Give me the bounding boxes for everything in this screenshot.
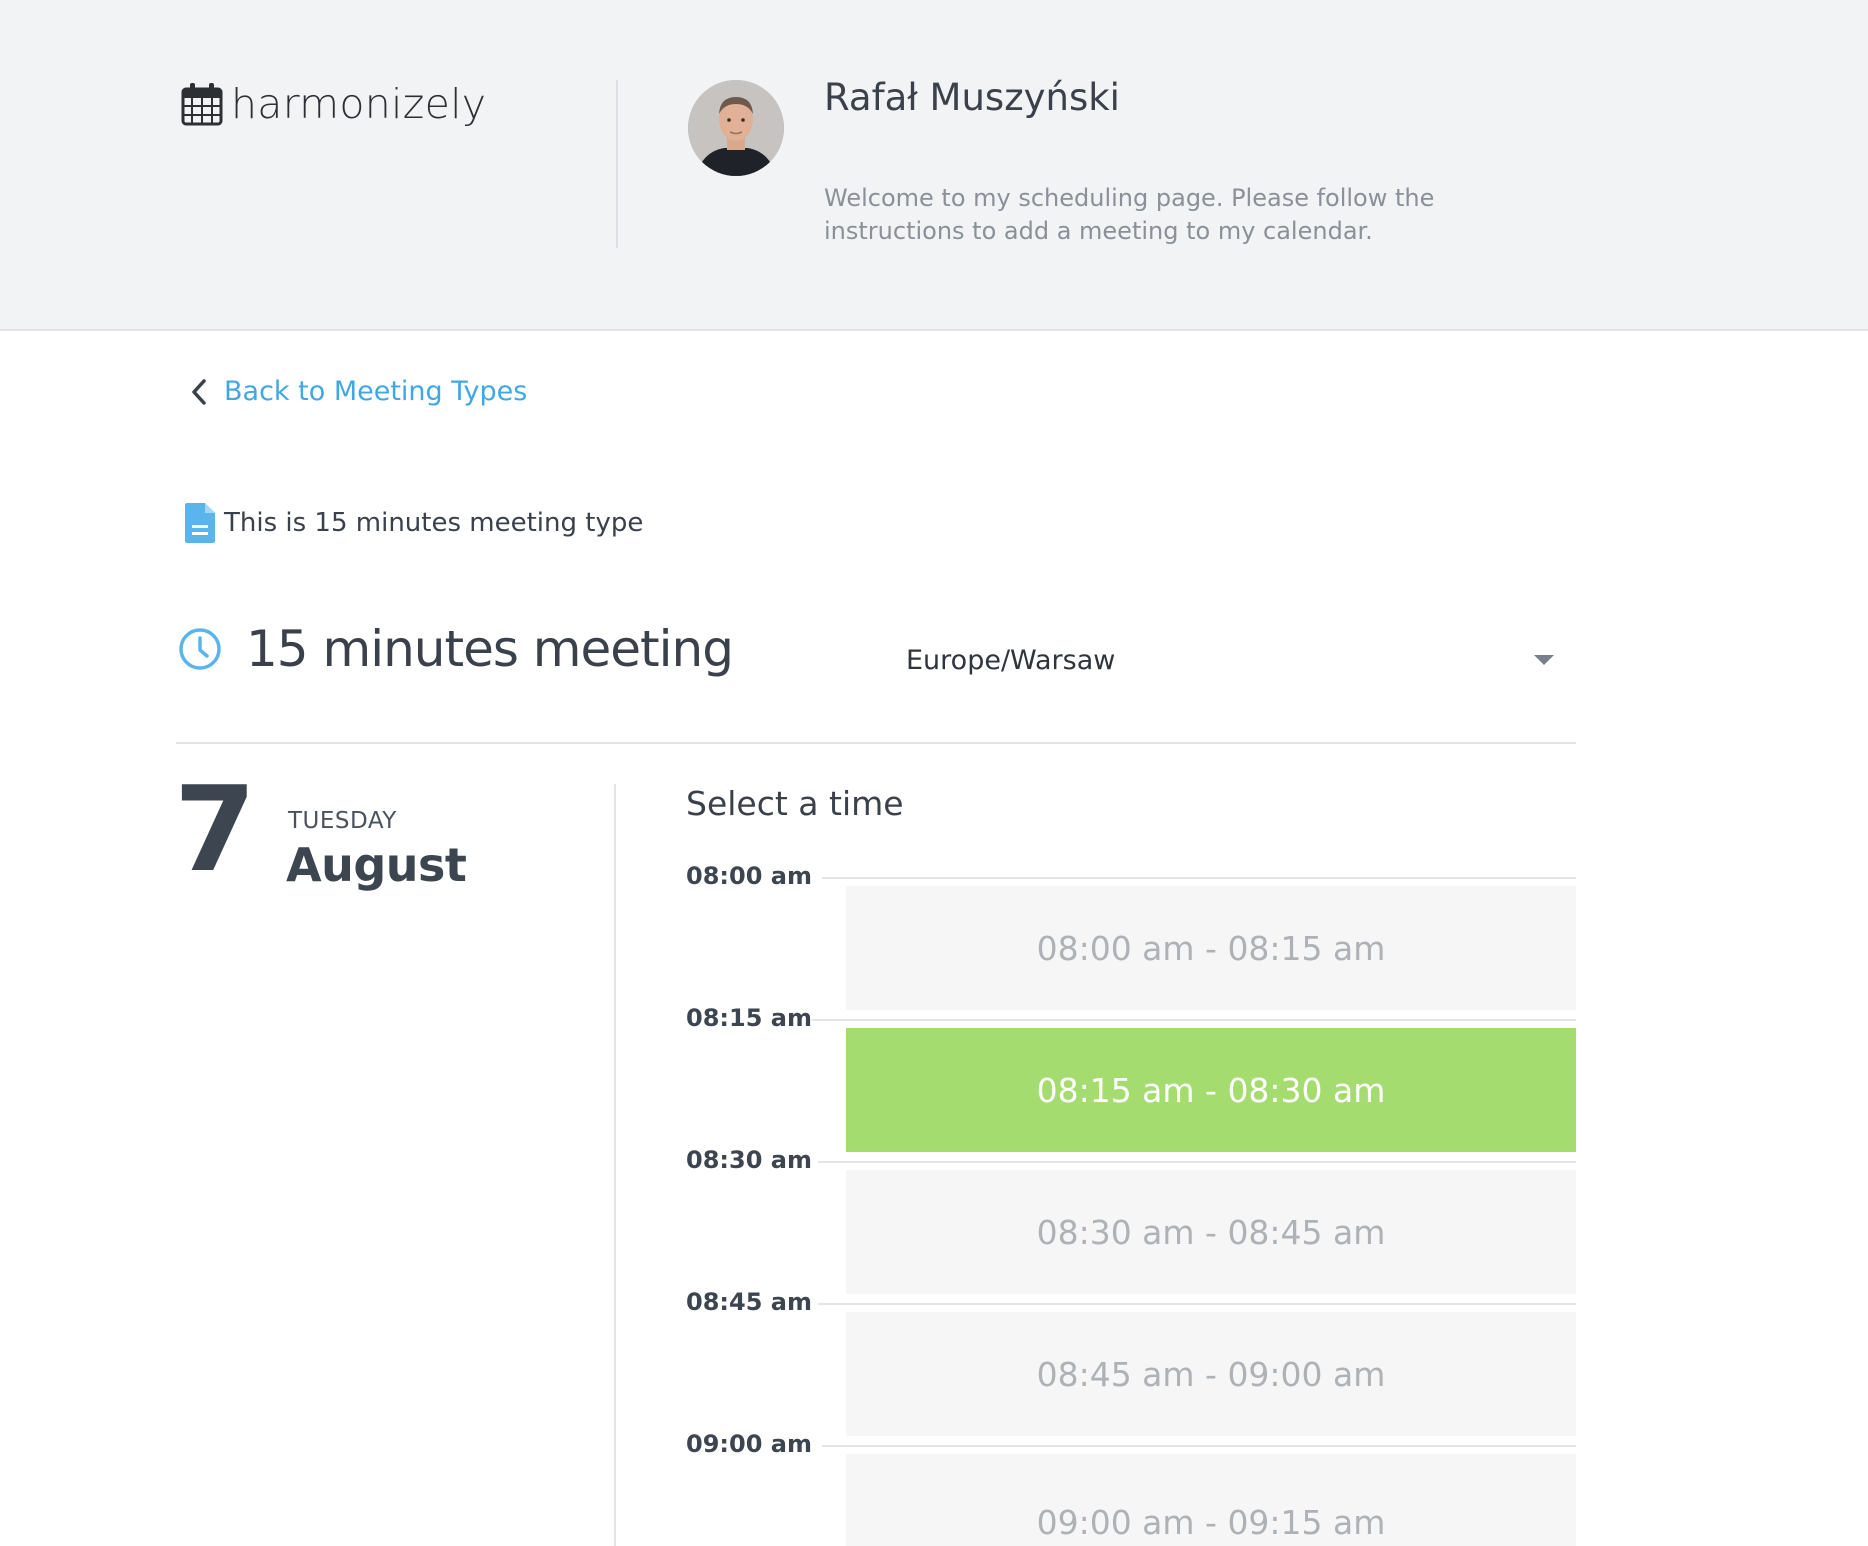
calendar-icon xyxy=(181,83,223,126)
date-month: August xyxy=(286,838,467,892)
time-gridline xyxy=(822,1445,1576,1447)
caret-down-icon xyxy=(1534,655,1554,665)
document-icon xyxy=(185,503,215,543)
logo[interactable]: harmonizely xyxy=(181,80,486,128)
time-slot[interactable]: 08:45 am - 09:00 am xyxy=(846,1312,1576,1436)
host-name: Rafał Muszyński xyxy=(824,76,1120,119)
section-divider xyxy=(176,742,1576,744)
avatar-photo xyxy=(688,80,784,176)
time-slot[interactable]: 08:00 am - 08:15 am xyxy=(846,886,1576,1010)
column-divider xyxy=(614,784,616,1546)
date-weekday: TUESDAY xyxy=(288,808,397,834)
meeting-title: 15 minutes meeting xyxy=(246,620,734,678)
time-gridline xyxy=(812,1019,1576,1021)
time-label: 08:15 am xyxy=(686,1004,812,1032)
header-divider xyxy=(616,80,618,248)
back-link-label: Back to Meeting Types xyxy=(224,376,528,407)
timezone-select[interactable]: Europe/Warsaw xyxy=(906,632,1566,688)
time-slot[interactable]: 08:30 am - 08:45 am xyxy=(846,1170,1576,1294)
timezone-value: Europe/Warsaw xyxy=(906,644,1116,676)
time-gridline xyxy=(818,1161,1576,1163)
description-text: This is 15 minutes meeting type xyxy=(224,508,644,538)
time-label: 08:30 am xyxy=(686,1146,812,1174)
avatar xyxy=(688,80,784,176)
page-header: harmonizely Rafał Muszyński Welcome to m… xyxy=(0,0,1868,331)
time-label: 08:00 am xyxy=(686,862,812,890)
time-slot[interactable]: 09:00 am - 09:15 am xyxy=(846,1454,1576,1546)
welcome-text: Welcome to my scheduling page. Please fo… xyxy=(824,184,1435,245)
time-label: 08:45 am xyxy=(686,1288,812,1316)
time-gridline xyxy=(822,877,1576,879)
logo-text: harmonizely xyxy=(231,80,487,128)
back-to-meeting-types-link[interactable]: Back to Meeting Types xyxy=(188,376,527,407)
chevron-left-icon xyxy=(192,378,206,405)
time-gridline xyxy=(818,1303,1576,1305)
select-time-heading: Select a time xyxy=(686,784,904,823)
meeting-description: This is 15 minutes meeting type xyxy=(182,502,643,544)
clock-icon xyxy=(179,628,221,670)
time-label: 09:00 am xyxy=(686,1430,812,1458)
time-slot-selected[interactable]: 08:15 am - 08:30 am xyxy=(846,1028,1576,1152)
date-day-number: 7 xyxy=(174,760,257,898)
meeting-title-row: 15 minutes meeting xyxy=(178,620,734,678)
